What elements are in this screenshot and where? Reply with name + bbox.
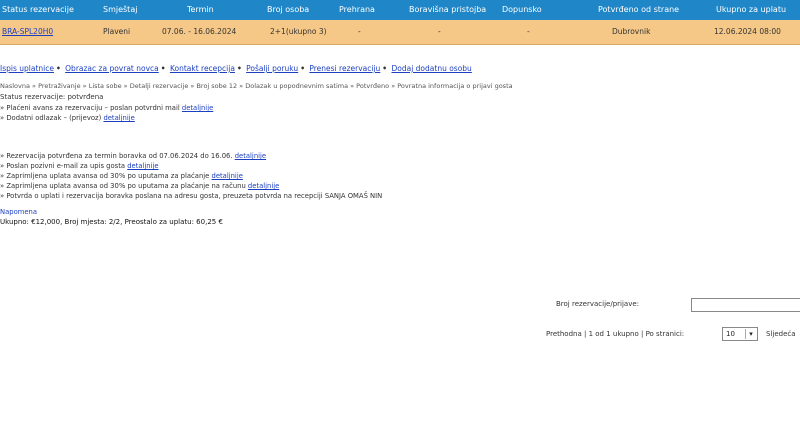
history-detail-link[interactable]: detaljnije — [127, 162, 158, 170]
history-entry: » Zaprimljena uplata avansa od 30% po up… — [0, 182, 280, 190]
history-detail-link[interactable]: detaljnije — [248, 182, 279, 190]
table-row[interactable]: BRA-SPL20H0 Plaveni 07.06. - 16.06.2024 … — [0, 20, 800, 45]
header-tax[interactable]: Boravišna pristojba — [409, 0, 486, 20]
history-text: Zaprimljena uplata avansa od 30% po uput… — [6, 172, 210, 180]
link-contact-reception[interactable]: Kontakt recepcija — [170, 64, 235, 73]
cell-total: 12.06.2024 08:00 — [714, 27, 781, 36]
header-persons[interactable]: Broj osoba — [267, 0, 309, 20]
header-extras[interactable]: Dopunsko — [502, 0, 542, 20]
bookings-table-header: Status rezervacije Smještaj Termin Broj … — [0, 0, 800, 20]
history-entry: » Poslan pozivni e-mail za upis gosta de… — [0, 162, 159, 170]
action-links: Ispis uplatnice • Obrazac za povrat novca… — [0, 64, 472, 73]
history-text: Dodatni odlazak – (prijevoz) — [6, 114, 102, 122]
history-entry: » Rezervacija potvrđena za termin boravk… — [0, 152, 267, 160]
header-total[interactable]: Ukupno za uplatu — [716, 0, 786, 20]
search-input[interactable] — [691, 298, 800, 312]
history-detail-link[interactable]: detaljnije — [212, 172, 243, 180]
history-entry: » Potvrda o uplati i rezervacija boravka… — [0, 192, 383, 200]
booking-code-link[interactable]: BRA-SPL20H0 — [2, 20, 53, 44]
cell-period: 07.06. - 16.06.2024 — [162, 27, 237, 36]
link-print-slip[interactable]: Ispis uplatnice — [0, 64, 54, 73]
history-entry: » Dodatni odlazak – (prijevoz) detaljnij… — [0, 114, 135, 122]
pager: Prethodna | 1 od 1 ukupno | Po stranici: — [546, 330, 685, 338]
note-label: Napomena — [0, 208, 37, 216]
history-entry: » Zaprimljena uplata avansa od 30% po up… — [0, 172, 243, 180]
link-add-person[interactable]: Dodaj dodatnu osobu — [391, 64, 471, 73]
history-entry: » Plaćeni avans za rezervaciju – poslan … — [0, 104, 214, 112]
status-line: Status rezervacije: potvrđena — [0, 93, 104, 101]
history-text: Rezervacija potvrđena za termin boravka … — [6, 152, 233, 160]
header-period[interactable]: Termin — [187, 0, 214, 20]
pager-per-page-label: Po stranici: — [645, 330, 685, 338]
history-text: Potvrda o uplati i rezervacija boravka p… — [6, 192, 383, 200]
cell-tax: - — [438, 27, 441, 36]
history-text: Poslan pozivni e-mail za upis gosta — [6, 162, 126, 170]
search-label: Broj rezervacije/prijave: — [556, 300, 640, 308]
pager-prev[interactable]: Prethodna — [546, 330, 582, 338]
cell-persons: 2+1(ukupno 3) — [270, 27, 327, 36]
history-detail-link[interactable]: detaljnije — [103, 114, 134, 122]
header-confirmed-by[interactable]: Potvrđeno od strane — [598, 0, 679, 20]
cell-extras: - — [527, 27, 530, 36]
header-status[interactable]: Status rezervacije — [2, 0, 74, 20]
history-detail-link[interactable]: detaljnije — [235, 152, 266, 160]
totals-line: Ukupno: €12,000, Broj mjesta: 2/2, Preos… — [0, 218, 223, 226]
header-meals[interactable]: Prehrana — [339, 0, 375, 20]
cell-confirmed-by: Dubrovnik — [612, 27, 651, 36]
per-page-value: 10 — [726, 330, 735, 338]
cell-accommodation: Plaveni — [103, 27, 131, 36]
link-refund-form[interactable]: Obrazac za povrat novca — [65, 64, 159, 73]
chevron-down-icon: ▾ — [745, 329, 756, 339]
history-detail-link[interactable]: detaljnije — [182, 104, 213, 112]
link-transfer-booking[interactable]: Prenesi rezervaciju — [309, 64, 380, 73]
pager-next[interactable]: Sljedeća — [766, 330, 796, 338]
cell-meals: - — [358, 27, 361, 36]
history-text: Zaprimljena uplata avansa od 30% po uput… — [6, 182, 246, 190]
header-accommodation[interactable]: Smještaj — [103, 0, 137, 20]
link-send-message[interactable]: Pošalji poruku — [246, 64, 298, 73]
pager-pages: 1 od 1 ukupno — [588, 330, 639, 338]
history-text: Plaćeni avans za rezervaciju – poslan po… — [6, 104, 180, 112]
breadcrumb: Naslovna » Pretraživanje » Lista sobe » … — [0, 82, 513, 90]
per-page-select[interactable]: 10 ▾ — [722, 327, 758, 341]
